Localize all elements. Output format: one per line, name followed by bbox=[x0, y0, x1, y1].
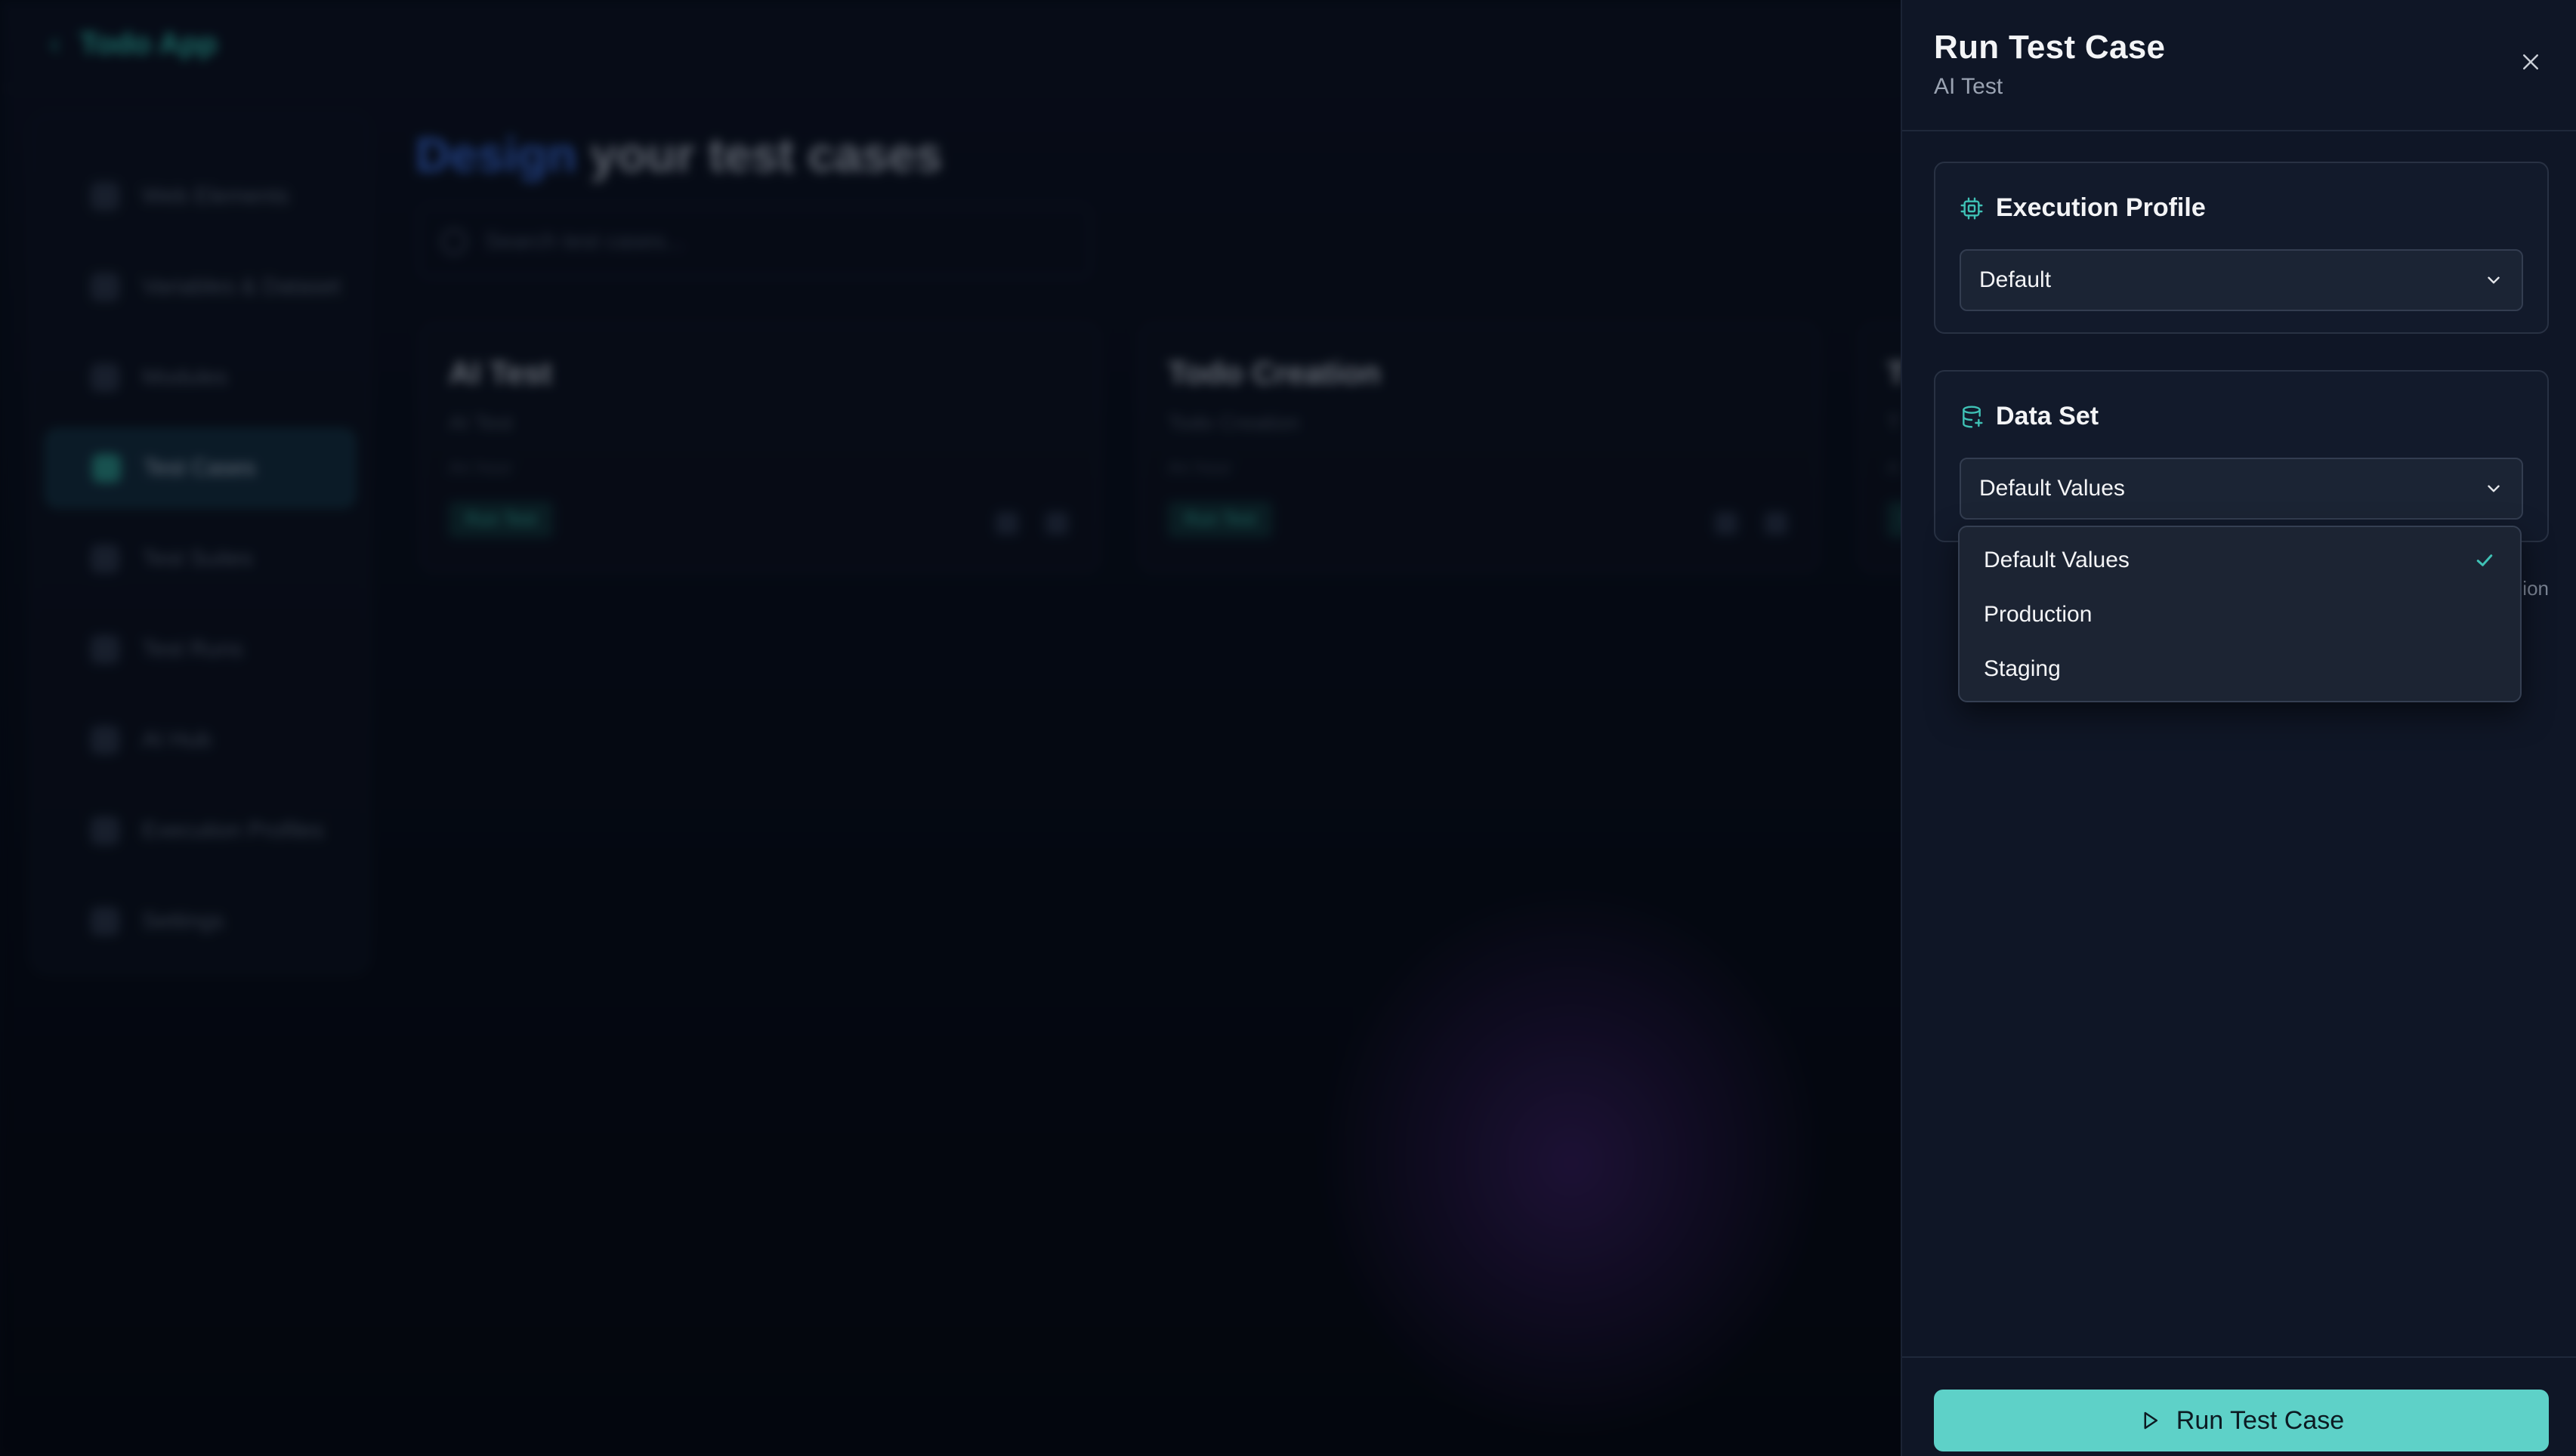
option-label: Production bbox=[1984, 602, 2093, 627]
execution-profile-header: Execution Profile bbox=[1960, 193, 2206, 223]
execution-profile-section: Execution Profile Default bbox=[1934, 162, 2549, 334]
option-label: Staging bbox=[1984, 656, 2061, 681]
close-button[interactable] bbox=[2513, 44, 2549, 80]
check-icon bbox=[2476, 554, 2493, 566]
chevron-down-icon bbox=[2488, 276, 2500, 284]
data-set-value: Default Values bbox=[1979, 476, 2125, 501]
data-set-dropdown: Default Values Production Staging bbox=[1958, 526, 2522, 702]
run-test-case-panel: Run Test Case AI Test Execution Profile … bbox=[1901, 0, 2576, 1456]
dropdown-option-staging[interactable]: Staging bbox=[1960, 642, 2520, 696]
cpu-icon bbox=[1960, 196, 1983, 220]
obscured-text: ion bbox=[2522, 577, 2549, 600]
dropdown-option-default-values[interactable]: Default Values bbox=[1960, 533, 2520, 588]
play-icon bbox=[2144, 1411, 2157, 1430]
data-set-header: Data Set bbox=[1960, 402, 2099, 431]
option-label: Default Values bbox=[1984, 548, 2130, 572]
run-test-case-label: Run Test Case bbox=[2176, 1405, 2345, 1435]
panel-footer: Run Test Case bbox=[1902, 1356, 2576, 1456]
close-icon bbox=[2523, 54, 2538, 69]
chevron-down-icon bbox=[2488, 485, 2500, 492]
panel-subtitle: AI Test bbox=[1934, 74, 2003, 99]
dropdown-option-production[interactable]: Production bbox=[1960, 588, 2520, 642]
panel-title: Run Test Case bbox=[1934, 29, 2166, 66]
panel-header: Run Test Case AI Test bbox=[1902, 0, 2576, 131]
run-test-case-button[interactable]: Run Test Case bbox=[1934, 1390, 2549, 1451]
execution-profile-label: Execution Profile bbox=[1996, 193, 2206, 222]
execution-profile-select[interactable]: Default bbox=[1960, 249, 2523, 311]
data-set-select[interactable]: Default Values bbox=[1960, 458, 2523, 520]
data-set-label: Data Set bbox=[1996, 402, 2099, 430]
execution-profile-value: Default bbox=[1979, 267, 2052, 292]
data-set-section: Data Set Default Values bbox=[1934, 370, 2549, 542]
database-icon bbox=[1963, 405, 1983, 428]
